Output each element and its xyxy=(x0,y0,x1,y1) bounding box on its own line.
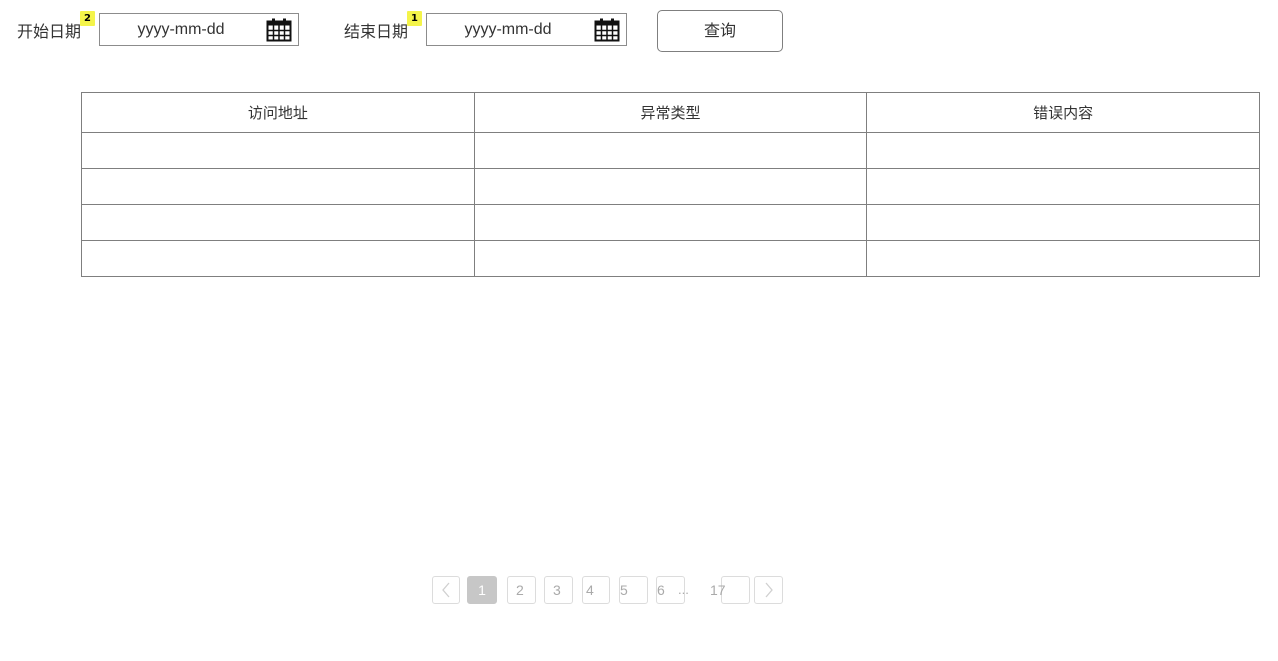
table-cell xyxy=(866,240,1260,277)
query-button[interactable]: 查询 xyxy=(657,10,783,52)
table-cell xyxy=(473,168,868,205)
table-cell xyxy=(473,240,868,277)
chevron-right-icon xyxy=(765,582,773,598)
start-date-badge: 2 xyxy=(80,11,95,26)
next-page-button[interactable] xyxy=(754,576,783,604)
column-header-exception-type: 异常类型 xyxy=(473,92,868,133)
table-cell xyxy=(81,168,475,205)
end-date-badge: 1 xyxy=(407,11,422,26)
error-log-table: 访问地址 异常类型 错误内容 xyxy=(81,92,1260,277)
end-date-label: 结束日期 xyxy=(344,22,409,41)
calendar-icon[interactable] xyxy=(266,18,292,42)
table-cell xyxy=(473,204,868,241)
column-header-url: 访问地址 xyxy=(81,92,475,133)
column-header-error-content: 错误内容 xyxy=(866,92,1260,133)
page: 开始日期 2 结束日期 1 查询 xyxy=(0,0,1278,661)
table-cell xyxy=(81,240,475,277)
end-date-field[interactable] xyxy=(426,13,627,46)
start-date-field[interactable] xyxy=(99,13,299,46)
calendar-icon[interactable] xyxy=(594,18,620,42)
prev-page-button[interactable] xyxy=(432,576,460,604)
page-button[interactable]: 2 xyxy=(507,576,536,604)
table-row xyxy=(81,204,1260,241)
page-button-current[interactable]: 1 xyxy=(467,576,497,604)
chevron-left-icon xyxy=(442,582,450,598)
page-button[interactable]: 3 xyxy=(544,576,573,604)
page-button-last-label[interactable]: 17 xyxy=(710,576,726,604)
pagination-ellipsis: ... xyxy=(678,582,689,597)
table-cell xyxy=(81,132,475,169)
page-button[interactable]: 5 xyxy=(619,576,648,604)
end-date-input[interactable] xyxy=(427,14,589,45)
start-date-label: 开始日期 xyxy=(17,22,82,41)
start-date-input[interactable] xyxy=(100,14,262,45)
table-cell xyxy=(866,132,1260,169)
table-header-row: 访问地址 异常类型 错误内容 xyxy=(81,92,1260,133)
table-cell xyxy=(81,204,475,241)
table-cell xyxy=(473,132,868,169)
table-cell xyxy=(866,168,1260,205)
table-row xyxy=(81,240,1260,277)
table-row xyxy=(81,132,1260,169)
table-cell xyxy=(866,204,1260,241)
table-row xyxy=(81,168,1260,205)
page-button[interactable]: 4 xyxy=(582,576,610,604)
